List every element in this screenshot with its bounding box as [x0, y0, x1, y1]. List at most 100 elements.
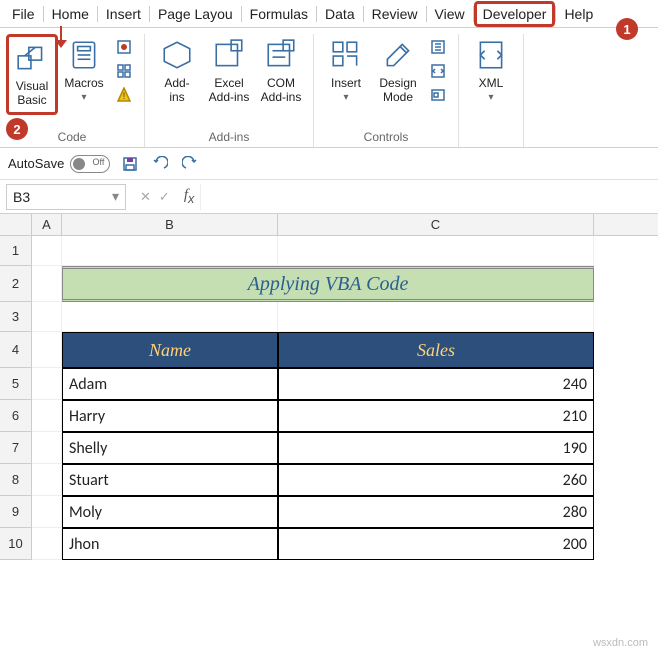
table-cell[interactable]: 210 [278, 400, 594, 432]
cancel-formula-button[interactable]: ✕ [140, 189, 151, 205]
run-dialog-button[interactable] [426, 84, 450, 106]
macros-label: Macros [64, 76, 103, 90]
table-cell[interactable]: 260 [278, 464, 594, 496]
row-header[interactable]: 2 [0, 266, 32, 302]
cell[interactable] [32, 400, 62, 432]
save-button[interactable] [120, 154, 140, 174]
row-header[interactable]: 5 [0, 368, 32, 400]
quick-access-toolbar: AutoSave Off [0, 148, 658, 180]
cell[interactable] [32, 332, 62, 368]
insert-controls-button[interactable]: Insert ▾ [320, 34, 372, 107]
table-cell[interactable]: 280 [278, 496, 594, 528]
table-header-name[interactable]: Name [62, 332, 278, 368]
row-header[interactable]: 8 [0, 464, 32, 496]
cell[interactable] [278, 236, 594, 266]
cell[interactable] [32, 464, 62, 496]
row-header[interactable]: 9 [0, 496, 32, 528]
formula-bar-row: B3 ▾ ✕ ✓ fx [0, 180, 658, 214]
cell[interactable] [32, 236, 62, 266]
macro-security-button[interactable]: ! [112, 84, 136, 106]
row-header[interactable]: 3 [0, 302, 32, 332]
tab-developer[interactable]: Developer [474, 1, 556, 27]
table-cell[interactable]: Moly [62, 496, 278, 528]
cell[interactable] [32, 432, 62, 464]
cell[interactable] [278, 302, 594, 332]
cell[interactable] [32, 302, 62, 332]
record-macro-button[interactable] [112, 36, 136, 58]
tab-formulas[interactable]: Formulas [242, 2, 316, 26]
redo-button[interactable] [180, 154, 200, 174]
formula-input[interactable] [200, 184, 658, 210]
addins-icon [160, 38, 194, 72]
visual-basic-label: Visual Basic [16, 79, 48, 108]
table-cell[interactable]: 200 [278, 528, 594, 560]
row-header[interactable]: 4 [0, 332, 32, 368]
design-mode-icon [381, 38, 415, 72]
col-header-A[interactable]: A [32, 214, 62, 235]
tab-insert[interactable]: Insert [98, 2, 149, 26]
tab-file[interactable]: File [4, 2, 43, 26]
tab-help[interactable]: Help [556, 2, 601, 26]
select-all-corner[interactable] [0, 214, 32, 235]
row-header[interactable]: 1 [0, 236, 32, 266]
autosave-toggle[interactable]: AutoSave Off [8, 155, 110, 173]
toggle-switch-icon: Off [70, 155, 110, 173]
excel-addins-button[interactable]: Excel Add-ins [203, 34, 255, 109]
row-header[interactable]: 7 [0, 432, 32, 464]
cell[interactable] [32, 496, 62, 528]
row-header[interactable]: 10 [0, 528, 32, 560]
table-header-sales[interactable]: Sales [278, 332, 594, 368]
xml-button[interactable]: XML ▾ [465, 34, 517, 107]
worksheet: A B C 1 2 Applying VBA Code 3 4 Name Sal… [0, 214, 658, 560]
com-addins-button[interactable]: COM Add-ins [255, 34, 307, 109]
cell[interactable] [32, 266, 62, 302]
tab-review[interactable]: Review [364, 2, 426, 26]
design-mode-button[interactable]: Design Mode [372, 34, 424, 109]
use-relative-refs-button[interactable] [112, 60, 136, 82]
tab-page-layout[interactable]: Page Layou [150, 2, 241, 26]
tab-data[interactable]: Data [317, 2, 363, 26]
chevron-down-icon: ▾ [81, 92, 86, 103]
tab-view[interactable]: View [427, 2, 473, 26]
table-cell[interactable]: Harry [62, 400, 278, 432]
column-headers: A B C [0, 214, 658, 236]
ribbon-tabs: File Home Insert Page Layou Formulas Dat… [0, 0, 658, 28]
table-cell[interactable]: Jhon [62, 528, 278, 560]
table-cell[interactable]: 240 [278, 368, 594, 400]
undo-button[interactable] [150, 154, 170, 174]
cell[interactable] [62, 302, 278, 332]
cell[interactable] [32, 368, 62, 400]
com-addins-icon [264, 38, 298, 72]
name-box[interactable]: B3 ▾ [6, 184, 126, 210]
view-code-button[interactable] [426, 60, 450, 82]
table-cell[interactable]: 190 [278, 432, 594, 464]
enter-formula-button[interactable]: ✓ [159, 189, 170, 205]
cell[interactable] [32, 528, 62, 560]
table-cell[interactable]: Stuart [62, 464, 278, 496]
col-header-B[interactable]: B [62, 214, 278, 235]
group-code-label: Code [58, 127, 87, 147]
table-cell[interactable]: Shelly [62, 432, 278, 464]
callout-badge-1: 1 [616, 18, 638, 40]
xml-icon [474, 38, 508, 72]
group-controls-label: Controls [364, 127, 409, 147]
title-cell[interactable]: Applying VBA Code [62, 266, 594, 302]
properties-button[interactable] [426, 36, 450, 58]
callout-arrow-head [55, 40, 67, 48]
fx-icon[interactable]: fx [178, 187, 200, 206]
chevron-down-icon: ▾ [343, 92, 348, 103]
ribbon: Visual Basic Macros ▾ ! Code Add- ins [0, 28, 658, 148]
cell[interactable] [62, 236, 278, 266]
table-cell[interactable]: Adam [62, 368, 278, 400]
autosave-label: AutoSave [8, 156, 64, 171]
tab-home[interactable]: Home [44, 2, 97, 26]
col-header-C[interactable]: C [278, 214, 594, 235]
group-addins: Add- ins Excel Add-ins COM Add-ins Add-i… [145, 34, 314, 147]
addins-button[interactable]: Add- ins [151, 34, 203, 109]
visual-basic-icon [15, 41, 49, 75]
group-xml: XML ▾ [459, 34, 524, 147]
chevron-down-icon: ▾ [112, 188, 119, 205]
row-header[interactable]: 6 [0, 400, 32, 432]
visual-basic-button[interactable]: Visual Basic [6, 34, 58, 115]
excel-addins-icon [212, 38, 246, 72]
